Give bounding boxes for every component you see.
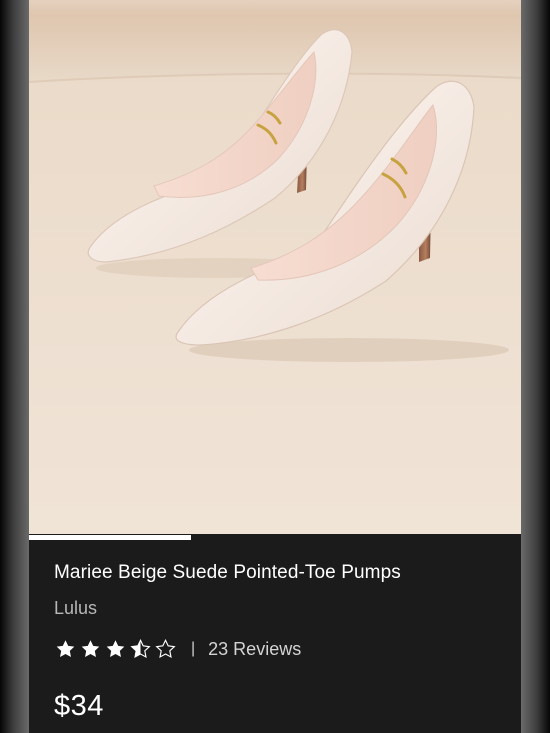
- star-icon: [56, 639, 75, 657]
- reviews-link[interactable]: 23 Reviews: [208, 639, 301, 660]
- brand-name[interactable]: Lulus: [54, 596, 504, 620]
- product-photo[interactable]: [29, 0, 521, 534]
- left-blur-edge: [0, 0, 29, 733]
- product-screen: Mariee Beige Suede Pointed-Toe Pumps Lul…: [0, 0, 550, 733]
- image-progress-fill: [29, 535, 192, 540]
- star-rating[interactable]: [54, 638, 177, 661]
- star-icon: [81, 639, 100, 657]
- product-price: $34: [54, 690, 104, 722]
- product-info: Mariee Beige Suede Pointed-Toe Pumps Lul…: [54, 560, 504, 662]
- star-icon: [106, 639, 125, 657]
- empty-star-icon: [155, 638, 176, 658]
- product-title[interactable]: Mariee Beige Suede Pointed-Toe Pumps: [54, 560, 504, 586]
- image-progress-track: [29, 534, 521, 540]
- right-blur-edge: [521, 0, 550, 733]
- product-card[interactable]: Mariee Beige Suede Pointed-Toe Pumps Lul…: [29, 0, 521, 733]
- half-star-icon: [130, 638, 151, 658]
- rating-divider: |: [191, 640, 196, 657]
- rating-row[interactable]: | 23 Reviews: [54, 636, 504, 662]
